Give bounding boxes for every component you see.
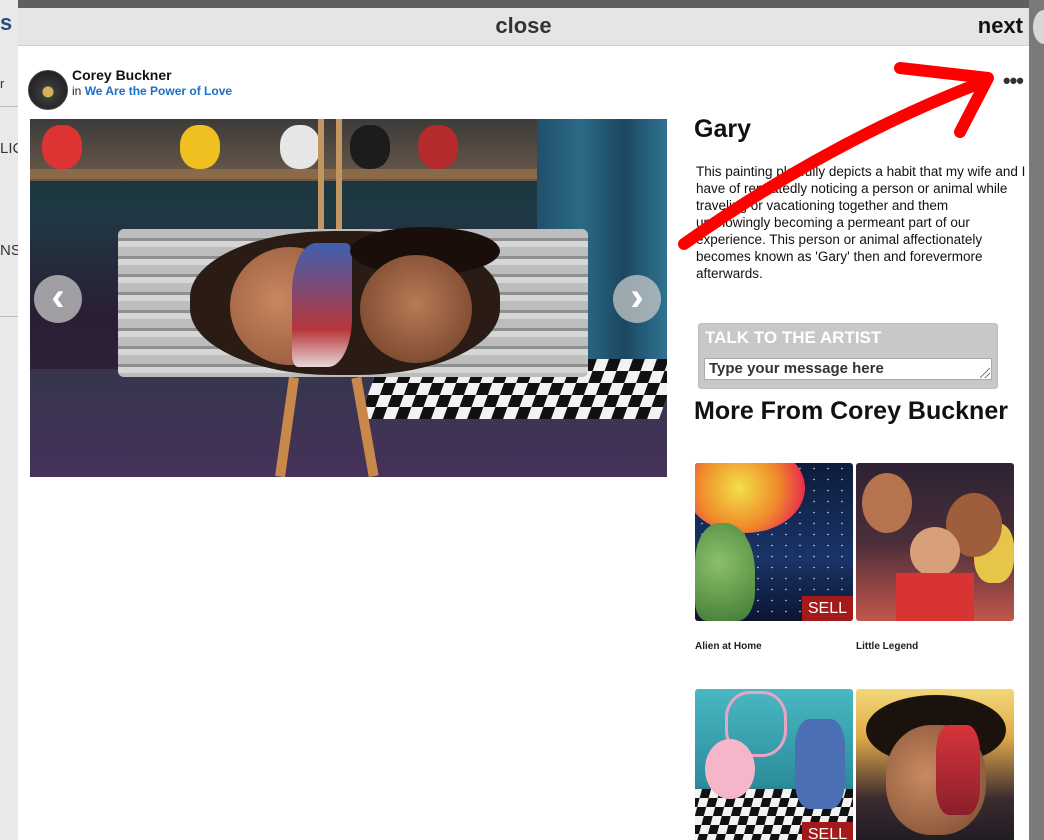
thumbnail-caption[interactable]: Little Legend — [856, 641, 918, 652]
image-toy — [42, 125, 82, 169]
sell-badge[interactable]: SELL — [801, 822, 853, 840]
image-face — [360, 255, 472, 363]
talk-to-artist-heading: TALK TO THE ARTIST — [705, 328, 882, 347]
thumb-head — [695, 523, 755, 621]
sell-badge[interactable]: SELL — [801, 596, 853, 621]
artwork-description: This painting playfully depicts a habit … — [696, 164, 1026, 281]
message-input[interactable]: Type your message here — [704, 358, 992, 380]
image-pole — [336, 119, 342, 239]
background-page: s r LIC NS — [0, 0, 23, 840]
thumbnail-portrait[interactable] — [856, 689, 1014, 840]
image-toy — [180, 125, 220, 169]
thumb-mask — [936, 725, 980, 815]
bg-divider — [0, 316, 18, 317]
modal-top-bar: close next — [18, 8, 1029, 46]
in-prefix: in — [72, 84, 82, 98]
thumbnail-caption[interactable]: Alien at Home — [695, 641, 762, 652]
artist-name[interactable]: Corey Buckner — [72, 67, 172, 83]
image-pole — [318, 119, 324, 239]
close-button[interactable]: close — [18, 13, 1029, 39]
image-toy — [280, 125, 320, 169]
thumbnail-little-legend[interactable] — [856, 463, 1014, 621]
thumb-dancer — [705, 739, 755, 799]
image-toy — [350, 125, 390, 169]
avatar[interactable] — [28, 70, 68, 110]
thumb-shirt — [896, 573, 974, 621]
more-from-heading: More From Corey Buckner — [694, 397, 1008, 425]
image-toy — [418, 125, 458, 169]
talk-to-artist-box: TALK TO THE ARTIST Type your message her… — [698, 323, 998, 389]
thumb-kid — [910, 527, 960, 577]
bg-divider — [0, 106, 18, 107]
thumb-face — [862, 473, 912, 533]
resize-handle-icon[interactable] — [980, 368, 990, 378]
bg-fragment: s — [0, 10, 13, 35]
artwork-modal: close next Corey Buckner in We Are the P… — [18, 8, 1029, 840]
collection-link[interactable]: We Are the Power of Love — [85, 84, 232, 98]
bg-fragment: r — [0, 76, 5, 91]
more-options-icon[interactable]: ••• — [1003, 68, 1024, 94]
bg-circle — [1033, 10, 1044, 44]
thumb-dancer — [795, 719, 845, 809]
thumbnail-alien-at-home[interactable]: SELL — [695, 463, 853, 621]
thumbnail-hop-spot[interactable]: SELL — [695, 689, 853, 840]
next-image-arrow-icon[interactable]: › — [613, 275, 661, 323]
previous-image-arrow-icon[interactable]: ‹ — [34, 275, 82, 323]
artwork-title: Gary — [694, 115, 751, 143]
background-page-right — [1029, 0, 1044, 840]
next-button[interactable]: next — [978, 13, 1023, 39]
image-plank — [30, 169, 540, 179]
image-mask — [292, 243, 352, 367]
artwork-image: ‹ › — [30, 119, 667, 477]
collection-line: in We Are the Power of Love — [72, 84, 232, 98]
